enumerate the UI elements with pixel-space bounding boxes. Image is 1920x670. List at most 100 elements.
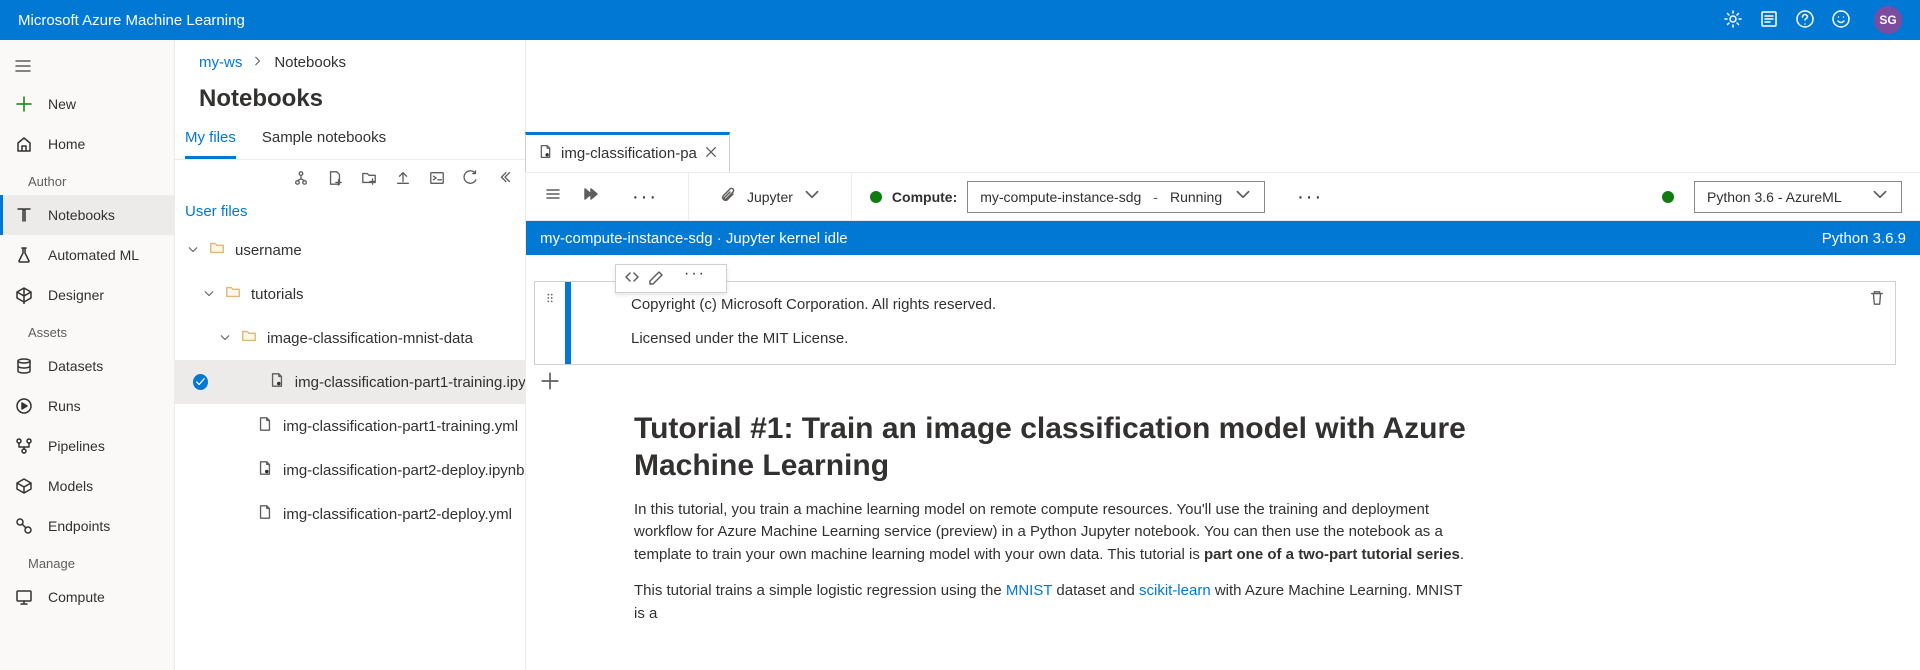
tutorial-paragraph-1: In this tutorial, you train a machine le… bbox=[634, 499, 1474, 567]
settings-icon[interactable] bbox=[1724, 10, 1742, 31]
breadcrumb-page: Notebooks bbox=[274, 54, 346, 71]
help-icon[interactable] bbox=[1796, 10, 1814, 31]
mnist-link[interactable]: MNIST bbox=[1006, 582, 1052, 599]
git-icon[interactable] bbox=[293, 170, 309, 189]
notebook-toolbar: ··· Jupyter Compute: my-compute-instance… bbox=[526, 173, 1920, 221]
home-icon bbox=[14, 134, 34, 154]
sidebar-item-endpoints[interactable]: Endpoints bbox=[0, 506, 174, 546]
folder-icon bbox=[241, 328, 257, 348]
chevron-down-icon bbox=[1234, 186, 1252, 207]
menu-toggle-icon[interactable] bbox=[0, 48, 174, 84]
chevron-down-icon bbox=[187, 244, 199, 256]
new-label: New bbox=[48, 96, 76, 112]
sidebar: New Home Author Notebooks Automated ML D… bbox=[0, 40, 175, 670]
tree-file-1[interactable]: img-classification-part1-training.ipynb bbox=[175, 360, 525, 404]
sidebar-item-automl[interactable]: Automated ML bbox=[0, 235, 174, 275]
open-in-jupyter-button[interactable]: Jupyter bbox=[707, 181, 833, 213]
flask-icon bbox=[14, 245, 34, 265]
sidebar-item-pipelines[interactable]: Pipelines bbox=[0, 426, 174, 466]
breadcrumb: my-ws Notebooks bbox=[175, 40, 525, 71]
page-title: Notebooks bbox=[175, 71, 525, 119]
sidebar-section-author: Author bbox=[0, 164, 174, 195]
tree-file-4[interactable]: img-classification-part2-deploy.yml bbox=[175, 492, 525, 536]
sidebar-item-home[interactable]: Home bbox=[0, 124, 174, 164]
new-button[interactable]: New bbox=[0, 84, 174, 124]
sklearn-link[interactable]: scikit-learn bbox=[1139, 582, 1211, 599]
notebook-body[interactable]: ··· Copyright (c) Microsoft Corporation.… bbox=[526, 255, 1920, 670]
tree-project-folder[interactable]: image-classification-mnist-data bbox=[175, 316, 525, 360]
tree-heading: User files bbox=[175, 199, 525, 228]
upload-icon[interactable] bbox=[395, 170, 411, 189]
add-cell-icon[interactable] bbox=[540, 371, 1896, 394]
check-icon bbox=[193, 374, 208, 390]
pipelines-icon bbox=[14, 436, 34, 456]
more-icon[interactable]: ··· bbox=[620, 192, 670, 202]
tab-sample-notebooks[interactable]: Sample notebooks bbox=[262, 129, 386, 159]
top-bar: Microsoft Azure Machine Learning SG bbox=[0, 0, 1920, 40]
compute-icon bbox=[14, 587, 34, 607]
sidebar-item-compute[interactable]: Compute bbox=[0, 577, 174, 617]
drag-handle-icon[interactable] bbox=[535, 282, 565, 364]
avatar[interactable]: SG bbox=[1874, 6, 1902, 34]
link-icon bbox=[719, 186, 737, 207]
toggle-code-icon[interactable] bbox=[624, 269, 640, 288]
kernel-select[interactable]: Python 3.6 - AzureML bbox=[1694, 181, 1902, 213]
sidebar-item-runs[interactable]: Runs bbox=[0, 386, 174, 426]
folder-icon bbox=[209, 240, 225, 260]
tree-file-3[interactable]: img-classification-part2-deploy.ipynb bbox=[175, 448, 525, 492]
new-folder-icon[interactable] bbox=[361, 170, 377, 189]
terminal-icon[interactable] bbox=[429, 170, 445, 189]
kernel-status-dot bbox=[1662, 191, 1674, 203]
compute-select[interactable]: my-compute-instance-sdg - Running bbox=[967, 181, 1265, 213]
file-icon bbox=[257, 416, 273, 436]
refresh-icon[interactable] bbox=[463, 170, 479, 189]
diagnostics-icon[interactable] bbox=[1760, 10, 1778, 31]
edit-cell-icon[interactable] bbox=[648, 269, 664, 288]
endpoints-icon bbox=[14, 516, 34, 536]
sidebar-item-designer[interactable]: Designer bbox=[0, 275, 174, 315]
chevron-down-icon bbox=[203, 288, 215, 300]
editor-pane: img-classification-pa ··· Jupyter bbox=[526, 40, 1920, 670]
datasets-icon bbox=[14, 356, 34, 376]
sidebar-section-manage: Manage bbox=[0, 546, 174, 577]
tree-file-2[interactable]: img-classification-part1-training.yml bbox=[175, 404, 525, 448]
plus-icon bbox=[14, 94, 34, 114]
sidebar-item-datasets[interactable]: Datasets bbox=[0, 346, 174, 386]
file-explorer: my-ws Notebooks Notebooks My files Sampl… bbox=[175, 40, 526, 670]
app-title: Microsoft Azure Machine Learning bbox=[18, 12, 1724, 29]
breadcrumb-workspace[interactable]: my-ws bbox=[199, 54, 242, 71]
designer-icon bbox=[14, 285, 34, 305]
cell-more-icon[interactable]: ··· bbox=[672, 269, 718, 288]
runs-icon bbox=[14, 396, 34, 416]
file-icon bbox=[257, 504, 273, 524]
close-tab-icon[interactable] bbox=[705, 145, 717, 162]
sidebar-section-assets: Assets bbox=[0, 315, 174, 346]
run-all-icon[interactable] bbox=[582, 186, 600, 207]
tab-my-files[interactable]: My files bbox=[185, 129, 236, 159]
chevron-right-icon bbox=[252, 54, 264, 71]
chevron-down-icon bbox=[1871, 186, 1889, 207]
compute-more-icon[interactable]: ··· bbox=[1285, 192, 1335, 202]
chevron-down-icon bbox=[219, 332, 231, 344]
tree-tutorials-folder[interactable]: tutorials bbox=[175, 272, 525, 316]
new-file-icon[interactable] bbox=[327, 170, 343, 189]
kernel-status-bar: my-compute-instance-sdg · Jupyter kernel… bbox=[526, 221, 1920, 255]
notebook-file-icon bbox=[538, 144, 553, 163]
sidebar-item-notebooks[interactable]: Notebooks bbox=[0, 195, 174, 235]
notebook-icon bbox=[14, 205, 34, 225]
notebook-file-icon bbox=[257, 460, 273, 480]
open-file-tab[interactable]: img-classification-pa bbox=[525, 132, 730, 172]
toc-icon[interactable] bbox=[544, 186, 562, 207]
rendered-markdown: Tutorial #1: Train an image classificati… bbox=[534, 394, 1474, 626]
compute-label: Compute: bbox=[892, 189, 957, 205]
feedback-icon[interactable] bbox=[1832, 10, 1850, 31]
sidebar-item-models[interactable]: Models bbox=[0, 466, 174, 506]
chevron-down-icon bbox=[803, 186, 821, 207]
cell-toolbar: ··· bbox=[615, 264, 727, 293]
models-icon bbox=[14, 476, 34, 496]
folder-icon bbox=[225, 284, 241, 304]
delete-cell-icon[interactable] bbox=[1869, 290, 1885, 309]
markdown-cell[interactable]: ··· Copyright (c) Microsoft Corporation.… bbox=[534, 281, 1896, 365]
collapse-panel-icon[interactable] bbox=[497, 170, 513, 189]
tree-user-folder[interactable]: username bbox=[175, 228, 525, 272]
